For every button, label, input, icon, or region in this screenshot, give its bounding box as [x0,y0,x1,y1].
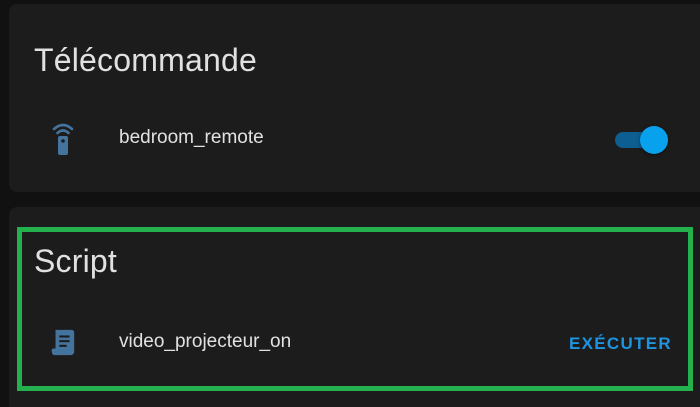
script-entity-label[interactable]: video_projecteur_on [119,331,291,353]
run-script-button[interactable]: EXÉCUTER [565,332,676,356]
script-card-title: Script [34,243,117,279]
script-card: Script video_projecteur_on EXÉCUTER [9,207,700,407]
remote-entity-label[interactable]: bedroom_remote [119,127,264,149]
toggle-knob [640,126,668,154]
remote-card: Télécommande bedroom_remote [9,4,700,192]
remote-toggle[interactable] [613,126,668,154]
script-icon [49,324,77,360]
remote-icon [49,120,77,156]
remote-entity-row[interactable]: bedroom_remote [9,118,700,158]
dashboard: Télécommande bedroom_remote Script video… [0,0,700,407]
remote-card-title: Télécommande [34,42,257,78]
script-entity-row[interactable]: video_projecteur_on EXÉCUTER [9,322,700,362]
